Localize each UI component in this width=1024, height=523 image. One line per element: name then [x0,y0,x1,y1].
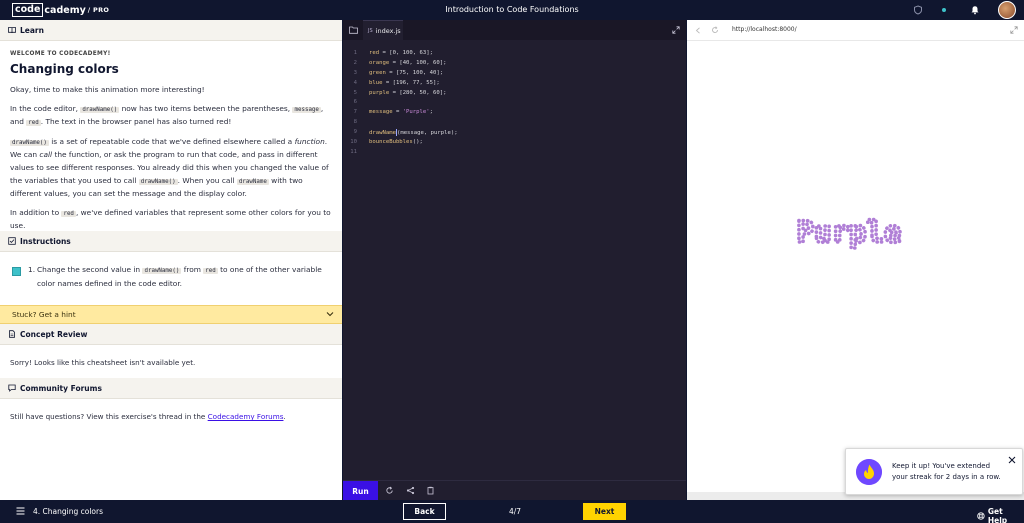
copy-to-clipboard-icon[interactable] [426,486,435,495]
code-line: 7 message = 'Purple'; [353,109,434,116]
community-forums-label: Community Forums [20,383,102,393]
browser-address-bar: http://localhost:8000/ [687,20,1024,41]
concept-review-label: Concept Review [20,329,88,339]
next-button[interactable]: Next [583,503,626,520]
community-forums-header[interactable]: Community Forums [0,378,342,399]
inline-code: drawName [236,178,269,185]
get-help-label: Get Help [987,507,1008,523]
instructions-header-label: Instructions [20,236,71,246]
file-tab-label: index.js [375,26,401,35]
learn-panel: Learn WELCOME TO CODECADEMY! Changing co… [0,20,342,500]
hint-bar[interactable]: Stuck? Get a hint [0,305,342,324]
community-forums-content: Still have questions? View this exercise… [10,412,286,421]
js-file-icon: JS [368,27,373,34]
lesson-overline: WELCOME TO CODECADEMY! [10,51,111,57]
checkbox-square-icon [8,237,16,245]
inline-code: red [26,120,41,127]
task-text: 1. Change the second value in drawName()… [28,265,322,288]
bell-icon[interactable] [970,5,980,15]
back-button[interactable]: Back [403,503,446,520]
editor-toolbar: Run [343,480,686,501]
url-field[interactable]: http://localhost:8000/ [732,26,797,33]
code-editor: JS index.js 1 red = [0, 100, 63]; 2 orange… [343,20,686,501]
paragraph-2: In the code editor, drawName() now has t… [10,103,324,127]
code-line: 8 [353,119,357,126]
hint-label: Stuck? Get a hint [12,310,76,319]
learn-header-label: Learn [20,25,44,35]
task-number: 1. [28,265,36,274]
shield-icon[interactable] [913,5,923,15]
paragraph-4: In addition to red, we've defined variab… [10,207,331,231]
course-title: Introduction to Code Foundations [445,5,579,14]
inline-code: red [61,210,76,217]
inline-code: message [292,106,321,113]
progress-indicator: 4/7 [509,507,522,516]
instructions-content: 1. Change the second value in drawName()… [0,252,342,305]
code-lines[interactable]: 1 red = [0, 100, 63]; 2 orange = [40, 100,… [343,48,686,157]
code-line: 6 [353,99,357,106]
lesson-title: Changing colors [10,62,119,76]
code-line: 5 purple = [280, 50, 60]; [353,89,447,96]
flame-icon [856,459,882,485]
learn-header: Learn [0,20,342,41]
output-canvas[interactable]: Purple [687,41,1024,490]
chevron-down-icon [326,312,334,317]
get-help-button[interactable]: Get Help [977,507,1024,523]
browser-panel: http://localhost:8000/ Purple [687,20,1024,500]
task-checkbox[interactable] [12,267,21,276]
code-line: 4 blue = [196, 77, 55]; [353,79,440,86]
concept-review-content: Sorry! Looks like this cheatsheet isn't … [10,358,196,367]
top-bar: code cademy / PRO Introduction to Code F… [0,0,1024,20]
share-icon[interactable] [406,486,415,495]
bubble-text-purple: Purple [797,215,902,249]
reload-icon[interactable] [711,26,719,34]
inline-code: red [203,268,218,274]
lifebuoy-icon [977,512,985,520]
close-icon[interactable] [1008,456,1016,464]
inline-code: drawName() [142,268,182,274]
expand-icon[interactable] [672,26,680,34]
toast-message: Keep it up! You've extended your streak … [892,462,1001,481]
folder-icon[interactable] [349,26,358,34]
user-avatar[interactable] [998,1,1016,19]
reset-icon[interactable] [385,486,394,495]
run-button[interactable]: Run [343,481,378,501]
inline-code: drawName() [10,139,49,146]
concept-review-header[interactable]: Concept Review [0,324,342,345]
file-tab-index-js[interactable]: JS index.js [363,20,403,40]
status-dot-icon[interactable] [939,5,949,15]
code-line: 11 [350,148,357,155]
code-line: 1 red = [0, 100, 63]; [353,49,433,56]
learn-content: WELCOME TO CODECADEMY! Changing colors O… [0,41,342,233]
streak-toast: Keep it up! You've extended your streak … [845,448,1023,495]
editor-tab-bar: JS index.js [343,20,686,40]
expand-icon[interactable] [1010,26,1018,34]
chevron-left-icon[interactable] [695,27,701,34]
code-line: 3 green = [75, 100, 40]; [353,69,444,76]
forums-link[interactable]: Codecademy Forums [208,412,284,421]
paragraph-3: drawName() is a set of repeatable code t… [10,136,329,199]
hamburger-menu-icon[interactable] [16,507,25,515]
document-icon [9,330,15,338]
lesson-name[interactable]: 4. Changing colors [33,507,103,516]
book-icon [8,27,16,34]
bottom-bar: 4. Changing colors Back 4/7 Next Get Hel… [0,500,1024,523]
code-line: 9 drawName(message, purple); [353,128,458,136]
chat-icon [8,384,16,392]
paragraph-1: Okay, time to make this animation more i… [10,85,205,94]
code-line: 2 orange = [40, 100, 60]; [353,59,447,66]
instructions-header: Instructions [0,231,342,252]
code-line: 10 bounceBubbles(); [350,138,423,145]
inline-code: drawName() [80,106,120,113]
inline-code: drawName() [138,178,178,185]
